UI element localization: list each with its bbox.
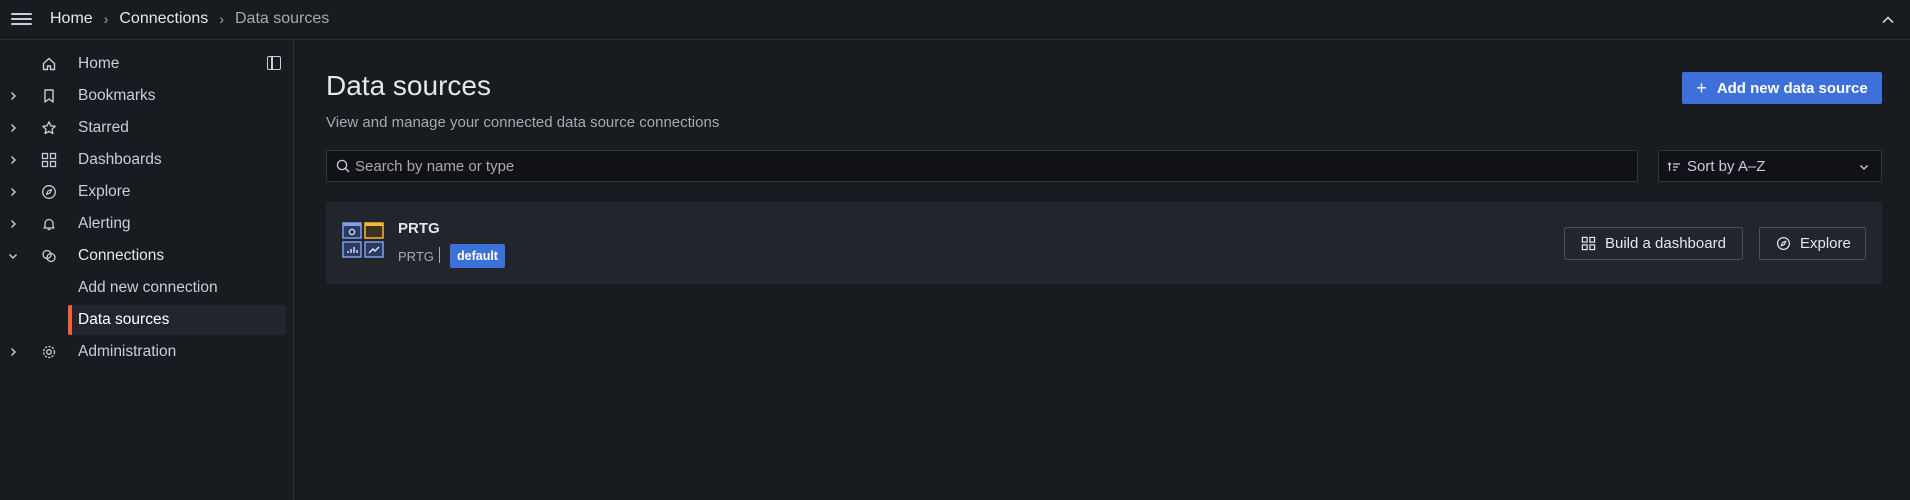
sidebar-item-connections[interactable]: Connections	[0, 241, 290, 271]
sidebar-item-label: Starred	[78, 119, 129, 136]
plus-icon: +	[1696, 77, 1707, 98]
breadcrumb-home[interactable]: Home	[50, 10, 93, 28]
bell-icon	[40, 215, 58, 233]
sort-label: Sort by A–Z	[1687, 158, 1766, 175]
sidebar-item-administration[interactable]: Administration	[0, 337, 290, 367]
add-new-data-source-label: Add new data source	[1716, 79, 1868, 97]
breadcrumb: Home › Connections › Data sources	[50, 10, 329, 28]
divider	[439, 247, 440, 263]
bookmark-icon	[40, 87, 58, 105]
search-icon	[336, 159, 350, 173]
sidebar-item-label: Explore	[78, 183, 131, 200]
prtg-logo-icon	[342, 222, 384, 258]
sidebar-item-label: Dashboards	[78, 151, 162, 168]
sort-amount-up-icon	[1667, 162, 1680, 171]
chevron-right-icon[interactable]	[8, 187, 18, 197]
explore-label: Explore	[1800, 235, 1851, 252]
data-source-name[interactable]: PRTG	[398, 220, 440, 237]
sidebar-item-label: Data sources	[78, 311, 170, 328]
chevron-right-icon[interactable]	[8, 123, 18, 133]
cog-icon	[40, 343, 58, 361]
chevron-up-icon[interactable]	[1880, 12, 1896, 28]
breadcrumb-data-sources: Data sources	[234, 10, 330, 27]
explore-button[interactable]: Explore	[1759, 227, 1866, 260]
breadcrumb-separator-icon: ›	[103, 11, 109, 27]
apps-icon	[1580, 236, 1596, 252]
sidebar-item-bookmarks[interactable]: Bookmarks	[0, 81, 290, 111]
add-new-data-source-button[interactable]: + Add new data source	[1682, 72, 1882, 104]
home-icon	[40, 55, 58, 73]
page-title: Data sources	[326, 70, 491, 101]
menu-icon[interactable]	[11, 10, 33, 30]
compass-icon	[1775, 236, 1791, 252]
chevron-right-icon[interactable]	[8, 155, 18, 165]
page-subtitle: View and manage your connected data sour…	[326, 114, 720, 131]
chevron-right-icon[interactable]	[8, 347, 18, 357]
sidebar-item-alerting[interactable]: Alerting	[0, 209, 290, 239]
sidebar-item-add-new-connection[interactable]: Add new connection	[68, 273, 286, 303]
chevron-down-icon	[1860, 165, 1868, 170]
sidebar-item-explore[interactable]: Explore	[0, 177, 290, 207]
data-source-type: PRTG	[398, 249, 434, 264]
sidebar-item-label: Home	[78, 55, 120, 72]
sidebar-item-label: Bookmarks	[78, 87, 156, 104]
search-input[interactable]	[355, 151, 1625, 181]
star-icon	[40, 119, 58, 137]
link-icon	[40, 247, 58, 265]
sidebar-item-starred[interactable]: Starred	[0, 113, 290, 143]
sidebar-item-label: Add new connection	[78, 279, 218, 296]
sidebar-item-dashboards[interactable]: Dashboards	[0, 145, 290, 175]
compass-icon	[40, 183, 58, 201]
search-field	[326, 150, 1638, 182]
sidebar-item-label: Administration	[78, 343, 177, 360]
build-dashboard-button[interactable]: Build a dashboard	[1564, 227, 1743, 260]
breadcrumb-connections[interactable]: Connections	[119, 10, 208, 28]
breadcrumb-separator-icon: ›	[219, 11, 224, 27]
sort-select[interactable]: Sort by A–Z	[1658, 150, 1882, 182]
chevron-down-icon[interactable]	[8, 251, 18, 261]
sidebar-item-label: Alerting	[78, 215, 131, 232]
chevron-right-icon[interactable]	[8, 91, 18, 101]
sidebar-item-home[interactable]: Home	[0, 49, 290, 79]
chevron-right-icon[interactable]	[8, 219, 18, 229]
top-bar: Home › Connections › Data sources	[0, 0, 1910, 40]
sidebar-item-data-sources[interactable]: Data sources	[68, 305, 286, 335]
sidebar-item-label: Connections	[78, 247, 165, 264]
default-badge: default	[450, 244, 505, 268]
apps-icon	[40, 151, 58, 169]
build-dashboard-label: Build a dashboard	[1605, 235, 1726, 252]
data-source-card[interactable]: PRTG PRTG default Build a dashboard Expl…	[326, 202, 1882, 284]
